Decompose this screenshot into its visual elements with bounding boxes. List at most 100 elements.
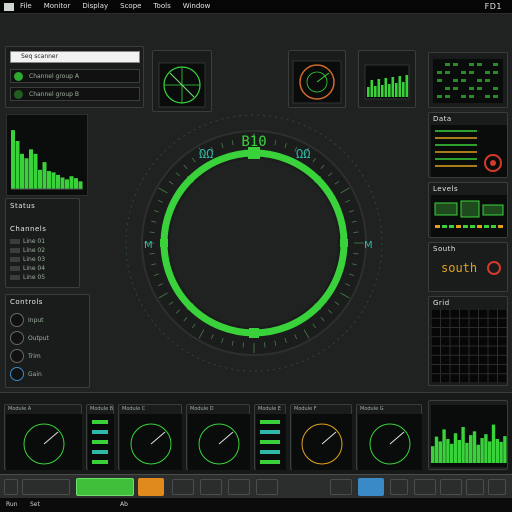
tool-button[interactable] <box>488 479 506 495</box>
bottom-chart-panel <box>428 400 508 470</box>
histogram-bar <box>60 177 65 189</box>
scope-3-display <box>364 64 410 100</box>
bottom-module[interactable]: Module C <box>118 404 182 470</box>
bottom-module[interactable]: Module D <box>186 404 250 470</box>
menu-item[interactable]: Display <box>82 2 108 12</box>
module-title: Module E <box>258 406 281 412</box>
level-bar <box>472 431 477 463</box>
histogram-bar <box>65 179 69 189</box>
list-item[interactable]: Line 05 <box>10 273 76 282</box>
center-readout: B10 <box>241 134 266 150</box>
tool-button[interactable] <box>414 479 436 495</box>
histogram-bar <box>29 149 33 189</box>
knob-icon[interactable] <box>10 367 24 381</box>
tool-button[interactable] <box>228 479 250 495</box>
tool-button[interactable] <box>4 479 18 495</box>
module-display <box>292 414 352 470</box>
row-swatch <box>10 266 20 271</box>
panel-title: Grid <box>433 299 450 307</box>
level-bar <box>453 433 458 463</box>
level-bar <box>488 441 492 463</box>
list-item-label: Line 02 <box>23 247 46 254</box>
list-item[interactable]: Line 01 <box>10 237 76 246</box>
bottom-module[interactable]: Module G <box>356 404 422 470</box>
menu-item[interactable]: Window <box>183 2 211 12</box>
list-item-label: Line 05 <box>23 274 46 281</box>
level-bar <box>480 438 484 463</box>
level-bar <box>461 427 465 463</box>
menu-item[interactable]: Scope <box>120 2 141 12</box>
menu-item[interactable]: Tools <box>153 2 170 12</box>
app-logo-icon <box>4 3 14 11</box>
tool-button[interactable] <box>330 479 352 495</box>
control-label: Gain <box>28 370 42 378</box>
level-bar <box>495 439 499 463</box>
bottom-module[interactable]: Module A <box>4 404 82 470</box>
list-item-label: Line 03 <box>23 256 46 263</box>
knob-icon[interactable] <box>10 313 24 327</box>
tool-button[interactable] <box>466 479 484 495</box>
top-scope-1[interactable] <box>152 50 212 112</box>
module-title: Module C <box>122 406 146 412</box>
control-row[interactable]: Trim <box>10 347 86 365</box>
control-row[interactable]: Output <box>10 329 86 347</box>
alert-button[interactable] <box>138 478 164 496</box>
scope-2-display <box>292 60 342 104</box>
top-scope-3[interactable] <box>358 50 416 108</box>
histogram-bar <box>38 169 42 189</box>
knob-icon[interactable] <box>10 349 24 363</box>
left-tag: ΩΩ <box>199 147 213 161</box>
ring-segment <box>187 303 194 310</box>
right-panel-grid: Grid <box>428 296 508 386</box>
bottom-module[interactable]: Module E <box>254 404 286 470</box>
knob-icon[interactable] <box>10 331 24 345</box>
tool-button[interactable] <box>22 479 70 495</box>
histogram-bar <box>56 174 60 189</box>
tool-button[interactable] <box>172 479 194 495</box>
level-bar <box>469 435 473 463</box>
left-status-panel: Status Channels Line 01 Line 02 Line 03 Lin… <box>5 198 80 288</box>
scope-1-display <box>158 62 206 108</box>
tool-button[interactable] <box>200 479 222 495</box>
row-swatch <box>10 275 20 280</box>
menu-item[interactable]: File <box>20 2 32 12</box>
tool-button[interactable] <box>256 479 278 495</box>
control-row[interactable]: Input <box>10 311 86 329</box>
run-button[interactable] <box>76 478 134 496</box>
module-title: Module F <box>294 406 317 412</box>
status-dot-icon <box>14 90 23 99</box>
section-sub: Channels <box>10 225 47 233</box>
histogram-bar <box>78 181 83 189</box>
level-bar <box>457 439 461 463</box>
display-toggle-button[interactable] <box>358 478 384 496</box>
module-display <box>88 414 114 470</box>
histogram-bar <box>24 158 29 189</box>
tool-button[interactable] <box>440 479 462 495</box>
bottom-module[interactable]: Module F <box>290 404 352 470</box>
right-marker: M <box>364 240 373 251</box>
module-display <box>188 414 250 470</box>
level-bar <box>434 436 439 463</box>
menu-item[interactable]: Monitor <box>44 2 71 12</box>
top-scope-2[interactable] <box>288 50 346 108</box>
level-bar <box>484 434 488 463</box>
left-marker: M <box>144 240 153 251</box>
list-item[interactable]: Line 02 <box>10 246 76 255</box>
list-item[interactable]: Line 04 <box>10 264 76 273</box>
list-item-label: Line 04 <box>23 265 46 272</box>
histogram-bar <box>51 172 56 189</box>
panel-title: Data <box>433 115 452 123</box>
group-row[interactable]: Channel group B <box>10 87 140 101</box>
tool-button[interactable] <box>390 479 408 495</box>
control-row[interactable]: Gain <box>10 365 86 383</box>
level-bar <box>476 444 480 463</box>
status-item: Run <box>6 501 18 508</box>
group-row[interactable]: Channel group A <box>10 69 140 83</box>
histogram-bar <box>69 176 74 189</box>
levels-display <box>431 195 507 237</box>
alert-ring-icon <box>487 261 501 275</box>
list-item[interactable]: Line 03 <box>10 255 76 264</box>
bottom-module[interactable]: Module B <box>86 404 114 470</box>
right-tag: ΩΩ <box>296 147 310 161</box>
search-input[interactable]: Seq scanner <box>10 51 140 63</box>
